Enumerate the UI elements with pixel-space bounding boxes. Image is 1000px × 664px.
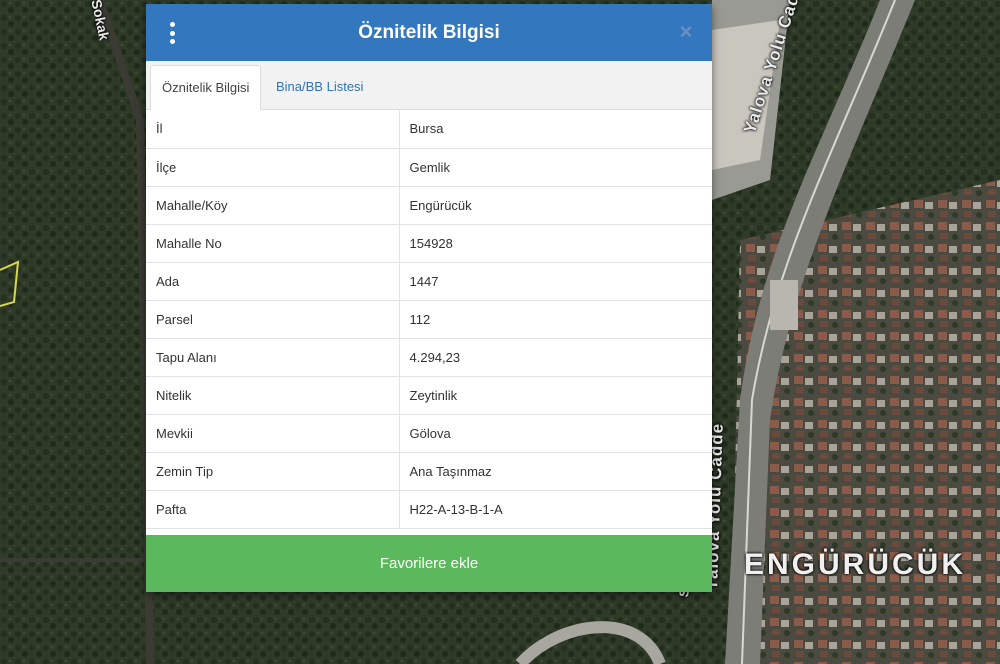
attribute-key: Pafta	[146, 490, 400, 529]
attribute-value: Ana Taşınmaz	[399, 452, 712, 491]
menu-dot	[169, 39, 175, 44]
attribute-value: 154928	[399, 224, 712, 263]
table-row: Mevkii Gölova	[146, 414, 712, 453]
dialog-header: Öznitelik Bilgisi ×	[146, 4, 712, 61]
neighborhood-label: ENGÜRÜCÜK	[744, 548, 966, 581]
attribute-key: Mahalle/Köy	[146, 186, 400, 225]
attribute-key: Nitelik	[146, 376, 400, 415]
attribute-key: İl	[146, 110, 400, 149]
table-row: Parsel 112	[146, 300, 712, 339]
attribute-value: H22-A-13-B-1-A	[399, 490, 712, 529]
attribute-value: Zeytinlik	[399, 376, 712, 415]
attribute-value: Bursa	[399, 110, 712, 149]
add-to-favorites-button[interactable]: Favorilere ekle	[146, 535, 712, 592]
attribute-info-dialog: Öznitelik Bilgisi × Öznitelik Bilgisi Bi…	[146, 4, 712, 592]
attribute-key: Mevkii	[146, 414, 400, 453]
attribute-value: Gemlik	[399, 148, 712, 187]
attribute-key: Zemin Tip	[146, 452, 400, 491]
table-row: Mahalle/Köy Engürücük	[146, 186, 712, 225]
attribute-value: Gölova	[399, 414, 712, 453]
attribute-value: 112	[399, 300, 712, 339]
close-icon[interactable]: ×	[676, 21, 696, 43]
tab-bar: Öznitelik Bilgisi Bina/BB Listesi	[146, 61, 712, 110]
table-row: Ada 1447	[146, 262, 712, 301]
table-row: İlçe Gemlik	[146, 148, 712, 187]
kebab-menu-icon[interactable]	[166, 22, 178, 44]
menu-dot	[169, 30, 175, 36]
attribute-key: İlçe	[146, 148, 400, 187]
table-row: İl Bursa	[146, 110, 712, 149]
attribute-key: Ada	[146, 262, 400, 301]
table-row: Zemin Tip Ana Taşınmaz	[146, 452, 712, 491]
table-row: Mahalle No 154928	[146, 224, 712, 263]
attribute-key: Mahalle No	[146, 224, 400, 263]
table-row: Tapu Alanı 4.294,23	[146, 338, 712, 377]
attribute-value: 4.294,23	[399, 338, 712, 377]
attribute-value: Engürücük	[399, 186, 712, 225]
attribute-key: Tapu Alanı	[146, 338, 400, 377]
attribute-key: Parsel	[146, 300, 400, 339]
menu-dot	[169, 22, 175, 27]
attribute-table: İl Bursa İlçe Gemlik Mahalle/Köy Engürücük …	[146, 110, 712, 529]
table-row: Pafta H22-A-13-B-1-A	[146, 490, 712, 529]
tab-attribute-info[interactable]: Öznitelik Bilgisi	[150, 65, 262, 110]
table-row: Nitelik Zeytinlik	[146, 376, 712, 415]
tab-building-list[interactable]: Bina/BB Listesi	[265, 65, 374, 109]
dialog-title: Öznitelik Bilgisi	[358, 21, 500, 43]
attribute-value: 1447	[399, 262, 712, 301]
